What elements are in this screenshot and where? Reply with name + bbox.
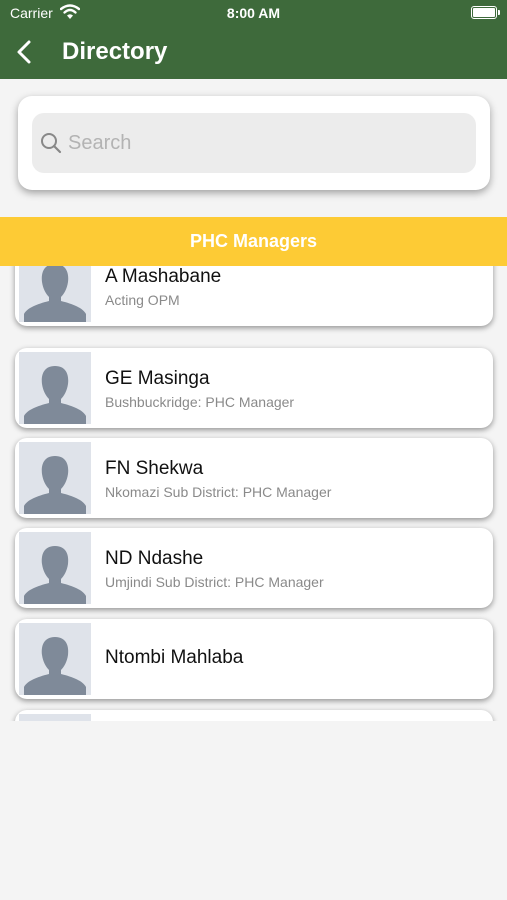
person-placeholder-icon <box>19 714 91 721</box>
back-button[interactable] <box>8 35 42 69</box>
search-input[interactable] <box>68 113 464 173</box>
person-placeholder-icon <box>24 366 86 424</box>
page-title: Directory <box>62 38 168 65</box>
contact-card[interactable]: Ntombi Mahlaba <box>15 619 493 699</box>
contact-subtitle: Bushbuckridge: PHC Manager <box>105 394 295 410</box>
clock: 8:00 AM <box>226 5 281 21</box>
contact-card[interactable]: A Mashabane Acting OPM <box>15 266 493 326</box>
avatar <box>19 266 91 322</box>
contact-card[interactable] <box>15 710 493 721</box>
battery-icon <box>471 6 500 19</box>
avatar <box>19 532 91 604</box>
contact-card[interactable]: FN Shekwa Nkomazi Sub District: PHC Mana… <box>15 438 493 518</box>
avatar <box>19 714 91 721</box>
contact-list[interactable]: A Mashabane Acting OPM GE Masinga Bushbu… <box>0 266 507 721</box>
contact-name: A Mashabane <box>105 266 222 287</box>
contact-name: ND Ndashe <box>105 548 204 569</box>
avatar <box>19 442 91 514</box>
avatar <box>19 352 91 424</box>
chevron-left-icon <box>17 40 31 64</box>
contact-subtitle: Acting OPM <box>105 292 180 308</box>
contact-name: GE Masinga <box>105 368 210 389</box>
status-bar: Carrier 8:00 AM <box>0 0 507 28</box>
contact-subtitle: Umjindi Sub District: PHC Manager <box>105 574 324 590</box>
avatar <box>19 623 91 695</box>
navigation-bar: Carrier 8:00 AM Directory <box>0 0 507 79</box>
search-box[interactable] <box>32 113 476 173</box>
section-header: PHC Managers <box>0 217 507 266</box>
contact-card[interactable]: ND Ndashe Umjindi Sub District: PHC Mana… <box>15 528 493 608</box>
contact-subtitle: Nkomazi Sub District: PHC Manager <box>105 484 332 500</box>
person-placeholder-icon <box>24 266 86 322</box>
person-placeholder-icon <box>24 637 86 695</box>
search-card <box>18 96 490 190</box>
contact-name: FN Shekwa <box>105 458 204 479</box>
person-placeholder-icon <box>24 456 86 514</box>
contact-card[interactable]: GE Masinga Bushbuckridge: PHC Manager <box>15 348 493 428</box>
contact-name: Ntombi Mahlaba <box>105 647 244 668</box>
person-placeholder-icon <box>24 546 86 604</box>
search-icon <box>41 133 62 154</box>
